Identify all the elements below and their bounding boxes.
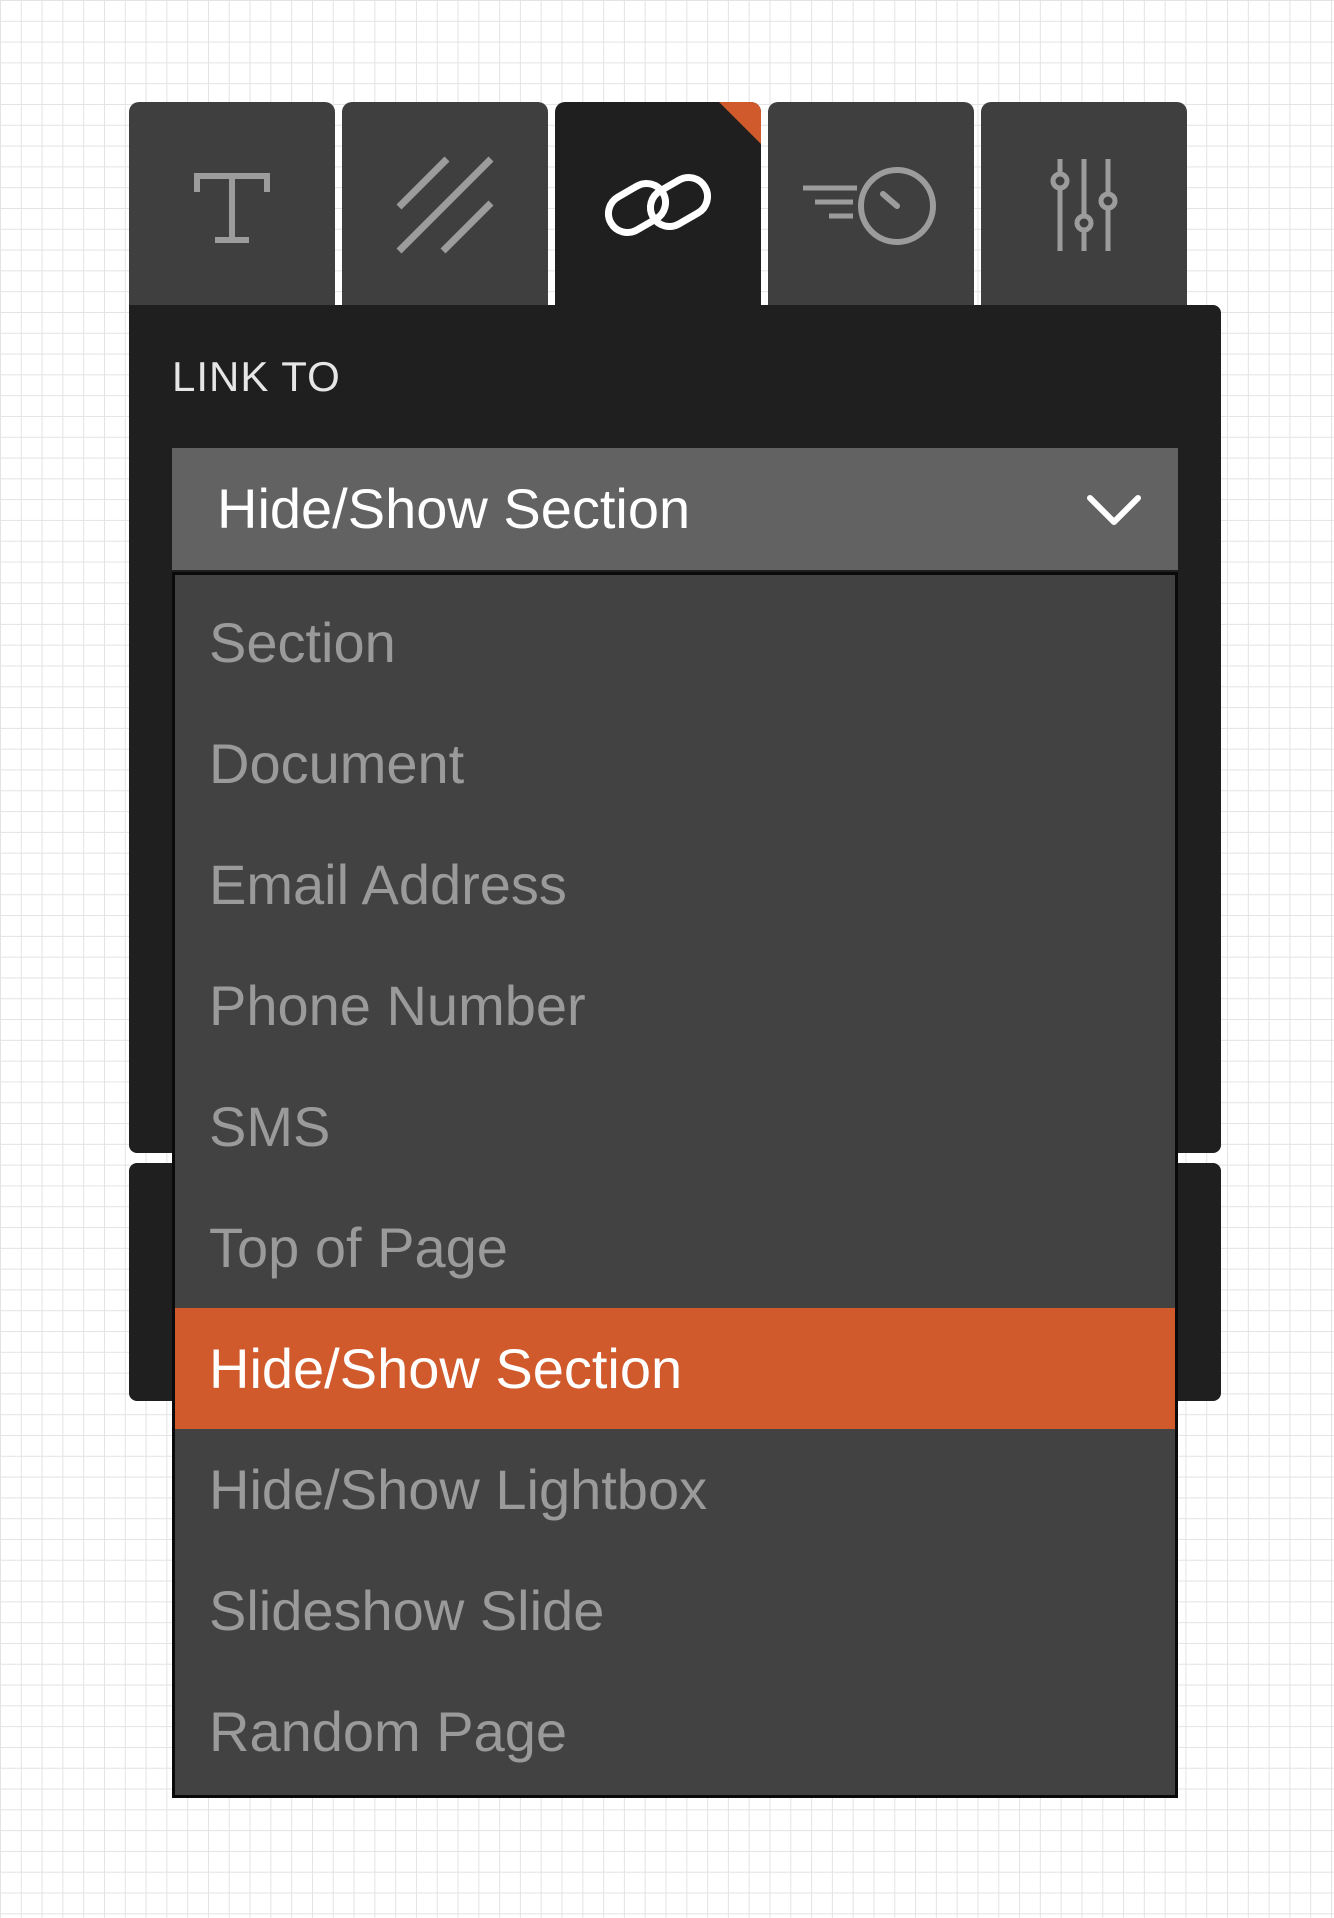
- dropdown-option-hide-show-lightbox[interactable]: Hide/Show Lightbox: [175, 1429, 1175, 1550]
- dropdown-option-section[interactable]: Section: [175, 582, 1175, 703]
- diagonal-lines-icon: [395, 155, 495, 255]
- link-type-dropdown: Section Document Email Address Phone Num…: [172, 572, 1178, 1798]
- dropdown-option-random-page[interactable]: Random Page: [175, 1671, 1175, 1792]
- link-type-selected-value: Hide/Show Section: [217, 477, 691, 540]
- link-to-label: LINK TO: [172, 353, 341, 400]
- sliders-icon: [1049, 155, 1119, 255]
- tab-design[interactable]: [342, 102, 548, 308]
- tab-text[interactable]: [129, 102, 335, 308]
- text-icon: [187, 160, 277, 250]
- chevron-down-icon: [1084, 492, 1144, 533]
- link-icon: [603, 165, 713, 245]
- active-tab-indicator: [719, 102, 761, 144]
- tab-link[interactable]: [555, 102, 761, 308]
- tab-settings[interactable]: [981, 102, 1187, 308]
- dropdown-option-top-of-page[interactable]: Top of Page: [175, 1187, 1175, 1308]
- dropdown-option-document[interactable]: Document: [175, 703, 1175, 824]
- dropdown-option-slideshow-slide[interactable]: Slideshow Slide: [175, 1550, 1175, 1671]
- dropdown-option-email-address[interactable]: Email Address: [175, 824, 1175, 945]
- tab-animation[interactable]: [768, 102, 974, 308]
- timer-icon: [801, 160, 941, 250]
- dropdown-option-sms[interactable]: SMS: [175, 1066, 1175, 1187]
- link-type-select[interactable]: Hide/Show Section: [172, 448, 1178, 570]
- dropdown-option-phone-number[interactable]: Phone Number: [175, 945, 1175, 1066]
- dropdown-option-hide-show-section[interactable]: Hide/Show Section: [175, 1308, 1175, 1429]
